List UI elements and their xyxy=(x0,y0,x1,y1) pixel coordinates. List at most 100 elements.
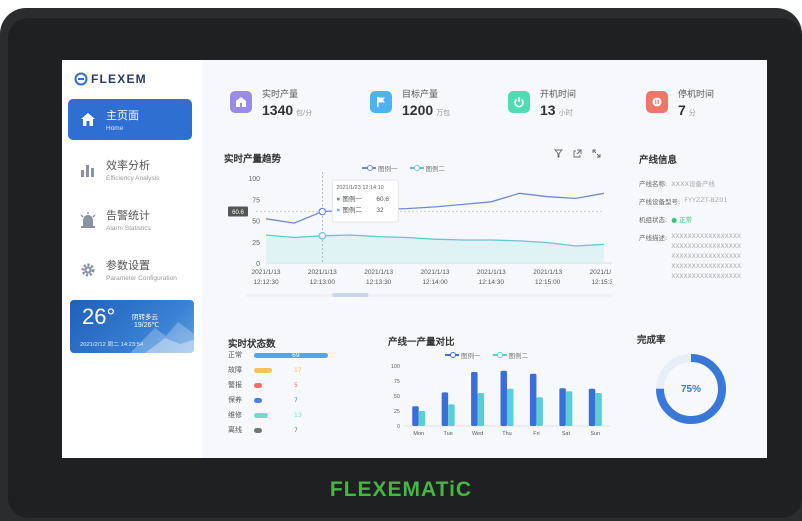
info-key: 产线设备型号: xyxy=(639,198,681,206)
logo-mark-icon xyxy=(74,72,88,86)
fullscreen-icon[interactable] xyxy=(592,149,601,158)
x-tick-label: 12:13:00 xyxy=(310,279,336,286)
gear-icon xyxy=(78,260,98,280)
nav-item-efficiency[interactable]: 效率分析 Efficiency Analysis xyxy=(68,149,192,190)
status-row: 故障 17 xyxy=(228,365,302,375)
y-tick-label: 0 xyxy=(256,261,260,268)
kpi-label: 开机时间 xyxy=(540,89,577,100)
y-tick-label: 50 xyxy=(394,394,400,400)
legend-item[interactable]: 图例一 xyxy=(445,350,481,360)
kpi-uptime: 开机时间 13 小时 xyxy=(508,82,576,122)
x-tick-label: 2021/1/13 xyxy=(533,269,562,276)
pause-icon xyxy=(646,91,668,113)
y-tick-label: 100 xyxy=(391,364,400,370)
status-label: 维修 xyxy=(228,411,242,419)
status-value: 5 xyxy=(294,381,298,389)
x-tick-label: 12:15:00 xyxy=(535,279,561,286)
weather-widget: 26° 阴转多云 19/26℃ 2021/2/12 周二 14:23:54 xyxy=(70,300,194,353)
status-bar xyxy=(254,412,268,418)
legend-swatch xyxy=(409,165,424,171)
bar-chart: 100 75 50 25 0 Mon Tue Wed Thu Fri Sat Sun xyxy=(391,364,610,437)
y-marker-value: 60.6 xyxy=(232,210,244,216)
status-text: 正常 xyxy=(678,216,692,224)
kpi-target-output: 目标产量 1200 万包 xyxy=(370,82,450,122)
nav-title: 效率分析 xyxy=(106,159,150,172)
status-label: 保养 xyxy=(228,396,242,404)
status-value: 13 xyxy=(294,411,302,419)
kpi-value: 1200 xyxy=(402,101,434,118)
nav-subtitle: Home xyxy=(106,125,124,132)
info-row-model: 产线设备型号: FYYZZT-BZ01 xyxy=(639,196,764,206)
nav-item-parameters[interactable]: 参数设置 Parameter Configuration xyxy=(68,249,192,290)
info-key: 产线描述: xyxy=(639,234,668,242)
nav-item-alarm[interactable]: 告警统计 Alarm Statistics xyxy=(68,199,192,240)
trend-chart: 10075502502021/1/1312:12:302021/1/1312:1… xyxy=(228,172,612,297)
zoom-slider-track xyxy=(246,294,612,297)
status-bar xyxy=(254,427,262,433)
building-icon xyxy=(230,91,252,113)
bar xyxy=(477,393,485,426)
y-tick-label: 75 xyxy=(394,379,400,385)
info-row-name: 产线名称: XXXX设备产线 xyxy=(639,178,764,188)
legend-swatch xyxy=(445,352,459,358)
kpi-unit: 包/分 xyxy=(296,109,313,117)
kpi-value: 13 xyxy=(540,101,556,118)
hover-point-2 xyxy=(318,232,327,240)
legend-label: 图例二 xyxy=(508,352,529,360)
completion-donut: 75% xyxy=(656,354,726,424)
nav-title: 告警统计 xyxy=(106,209,150,222)
y-tick-label: 75 xyxy=(252,197,260,204)
bar-chart-title: 产线一产量对比 xyxy=(388,337,455,348)
bar xyxy=(418,411,426,426)
nav-title: 参数设置 xyxy=(106,259,150,272)
info-row-desc: 产线描述: XXXXXXXXXXXXXXXXXXXXXXXXXXXXXXXXXXX… xyxy=(639,232,764,282)
bar xyxy=(565,391,573,426)
status-label: 故障 xyxy=(228,366,242,374)
x-tick-label: 12:14:30 xyxy=(479,279,505,286)
hover-point-1 xyxy=(318,207,327,216)
status-row: 正常 69 xyxy=(228,350,328,360)
status-row: 保养 7 xyxy=(228,395,298,405)
status-bar xyxy=(254,397,262,403)
status-bar xyxy=(254,367,273,373)
info-status-value: ● 正常 xyxy=(671,216,692,224)
x-tick-label: 12:13:30 xyxy=(366,279,392,286)
bar xyxy=(595,393,602,426)
bar xyxy=(448,404,455,426)
kpi-downtime: 停机时间 7分 xyxy=(646,82,714,122)
x-tick-label: 12:14:00 xyxy=(422,279,448,286)
x-tick-label: Sun xyxy=(590,431,600,437)
y-tick-label: 25 xyxy=(252,240,260,247)
tooltip-dot xyxy=(336,197,340,201)
kpi-unit: 分 xyxy=(688,109,696,117)
device-brand-label: FLEXEMATiC xyxy=(329,478,473,501)
logo-text: FLEXEM xyxy=(91,72,147,86)
bar xyxy=(471,372,478,426)
kpi-label: 停机时间 xyxy=(678,89,715,100)
status-value: 17 xyxy=(294,366,302,374)
sidebar: FLEXEM 主页面 Home 效率分析 Efficiency Analysis xyxy=(62,60,202,458)
y-tick-label: 0 xyxy=(397,424,400,430)
status-label: 正常 xyxy=(228,351,242,359)
y-tick-label: 25 xyxy=(394,409,400,415)
x-tick-label: Fri xyxy=(533,431,539,437)
bar-legend: 图例一 图例二 xyxy=(445,350,528,360)
weather-range: 19/26℃ xyxy=(134,322,160,329)
power-icon xyxy=(508,91,530,113)
legend-swatch xyxy=(492,352,507,358)
status-title: 实时状态数 xyxy=(228,339,276,350)
zoom-slider-handle xyxy=(332,293,369,297)
nav-item-home[interactable]: 主页面 Home xyxy=(68,99,192,140)
line-info-panel: 产线信息 产线名称: XXXX设备产线 产线设备型号: FYYZZT-BZ01 机组… xyxy=(639,152,764,290)
weather-condition: 阴转多云 xyxy=(132,313,158,321)
filter-icon[interactable] xyxy=(554,149,563,158)
export-icon[interactable] xyxy=(573,149,582,158)
status-label: 离线 xyxy=(228,426,242,434)
nav-subtitle: Efficiency Analysis xyxy=(106,175,160,182)
alarm-icon xyxy=(78,210,98,230)
x-tick-label: 12:12:30 xyxy=(253,279,279,286)
tooltip-series-name: 图例一 xyxy=(342,194,362,203)
legend-item[interactable]: 图例二 xyxy=(492,350,529,360)
info-row-status: 机组状态: ● 正常 xyxy=(639,214,764,224)
info-title: 产线信息 xyxy=(639,155,678,166)
